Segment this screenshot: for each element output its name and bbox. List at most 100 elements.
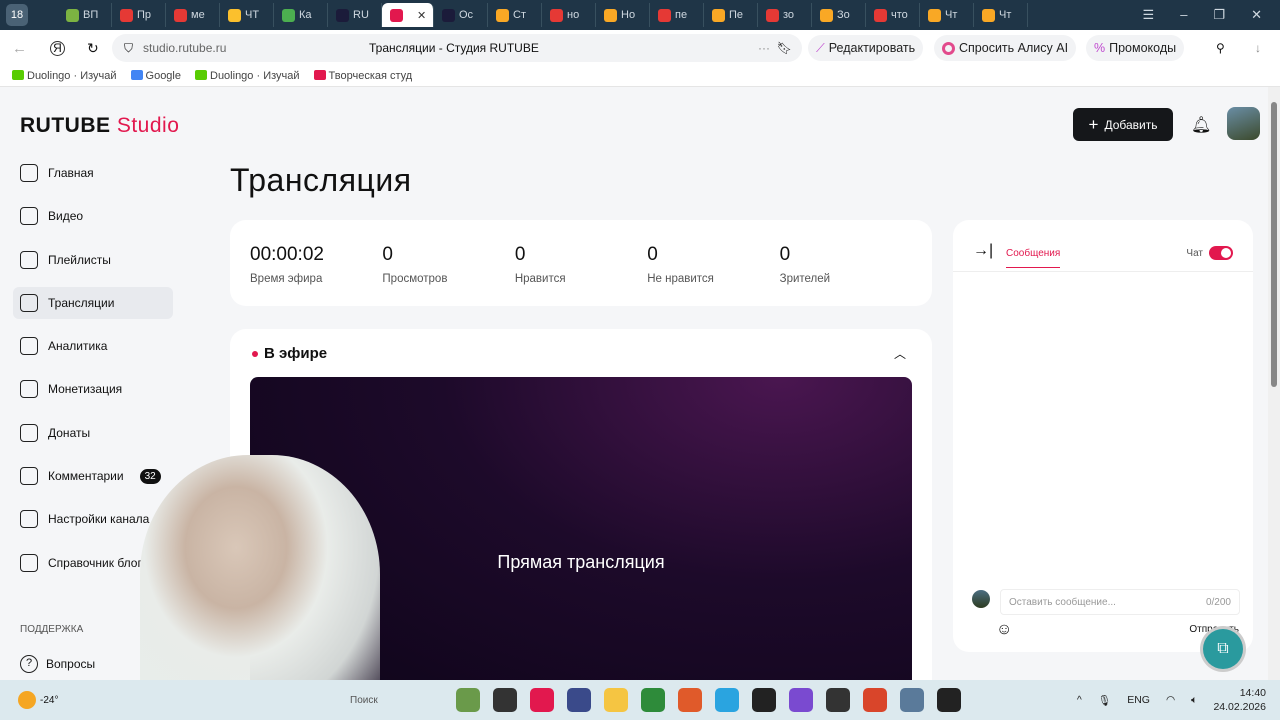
- bookmark-item[interactable]: Google: [130, 70, 181, 82]
- taskbar-app-icon[interactable]: [567, 688, 591, 712]
- browser-tab[interactable]: пе: [650, 3, 704, 27]
- browser-tab[interactable]: Ст: [488, 3, 542, 27]
- download-icon[interactable]: ↓: [1255, 41, 1261, 55]
- microphone-icon[interactable]: 🎙︎: [1098, 694, 1111, 707]
- rutube-studio-logo[interactable]: RUTUBE Studio: [20, 114, 179, 138]
- browser-tab[interactable]: но: [542, 3, 596, 27]
- sidebar-item[interactable]: Видео: [13, 200, 173, 232]
- restore-icon[interactable]: ❐: [1213, 7, 1225, 23]
- avatar[interactable]: [1227, 107, 1260, 140]
- taskbar-app-icon[interactable]: [937, 688, 961, 712]
- back-icon[interactable]: ←: [12, 40, 27, 57]
- taskbar-app-icon[interactable]: [678, 688, 702, 712]
- clock[interactable]: 14:40 24.02.2026: [1213, 686, 1266, 714]
- taskbar-app-icon[interactable]: [752, 688, 776, 712]
- volume-icon[interactable]: 🔈︎: [1191, 694, 1197, 707]
- bookmark-item[interactable]: Duolingo · Изучай: [195, 70, 300, 82]
- taskbar-app-icon[interactable]: [493, 688, 517, 712]
- browser-tab[interactable]: ме: [166, 3, 220, 27]
- chevron-up-icon[interactable]: ︿: [894, 345, 906, 362]
- sidebar-item[interactable]: Аналитика: [13, 330, 173, 362]
- taskbar-search[interactable]: Поиск: [350, 695, 378, 706]
- stat-item: 0 Не нравится: [647, 244, 779, 285]
- browser-tab[interactable]: ВП: [58, 3, 112, 27]
- emoji-icon[interactable]: ☺: [996, 621, 1012, 639]
- chat-toggle-label: Чат: [1186, 248, 1203, 259]
- browser-tab[interactable]: Пр: [112, 3, 166, 27]
- bookmark-icon[interactable]: 🔖︎: [777, 41, 792, 55]
- nav-icon: [20, 207, 38, 226]
- page-scrollbar[interactable]: [1268, 87, 1280, 680]
- bookmark-label: Google: [145, 70, 181, 82]
- wifi-icon[interactable]: ◠: [1166, 694, 1175, 706]
- nav-icon: [20, 293, 38, 312]
- taskbar-app-icon[interactable]: [530, 688, 554, 712]
- nav-label: Трансляции: [48, 295, 115, 310]
- menu-icon[interactable]: ☰: [1143, 7, 1155, 23]
- close-icon[interactable]: ✕: [1251, 7, 1262, 23]
- chevron-up-icon[interactable]: ^: [1077, 694, 1082, 706]
- taskbar-app-icon[interactable]: [900, 688, 924, 712]
- browser-tab[interactable]: зо: [758, 3, 812, 27]
- nav-label: Плейлисты: [48, 252, 111, 267]
- sidebar-item[interactable]: Монетизация: [13, 373, 173, 405]
- browser-tab[interactable]: Пе: [704, 3, 758, 27]
- sidebar-item[interactable]: Главная: [13, 157, 173, 189]
- edit-label: Редактировать: [828, 41, 916, 55]
- promo-button[interactable]: % Промокоды: [1086, 35, 1185, 61]
- sidebar-item-help[interactable]: ? Вопросы: [20, 655, 95, 673]
- taskbar-app-icon[interactable]: [604, 688, 628, 712]
- chat-toggle[interactable]: [1209, 246, 1233, 260]
- sidebar-item[interactable]: Комментарии 32: [13, 460, 173, 492]
- minimize-icon[interactable]: –: [1180, 7, 1187, 23]
- more-icon[interactable]: ···: [758, 41, 770, 55]
- bookmark-label: Творческая студ: [328, 70, 413, 82]
- tab-favicon-icon: [66, 8, 79, 22]
- stat-value: 00:00:02: [250, 244, 324, 265]
- browser-tab[interactable]: Чт: [974, 3, 1028, 27]
- nav-icon: [20, 553, 38, 572]
- taskbar-app-icon[interactable]: [456, 688, 480, 712]
- taskbar-app-icon[interactable]: [826, 688, 850, 712]
- browser-tab[interactable]: ✕: [382, 3, 434, 27]
- add-button[interactable]: + Добавить: [1073, 108, 1173, 141]
- extensions-icon[interactable]: ⚲: [1216, 41, 1225, 55]
- close-tab-icon[interactable]: ✕: [417, 9, 426, 22]
- tab-counter[interactable]: 18: [6, 4, 28, 26]
- browser-tab[interactable]: Ос: [434, 3, 488, 27]
- browser-tab[interactable]: что: [866, 3, 920, 27]
- taskbar-app-icon[interactable]: [715, 688, 739, 712]
- edit-button[interactable]: ⟋ Редактировать: [808, 35, 924, 61]
- tab-favicon-icon: [658, 8, 671, 22]
- collapse-icon[interactable]: →|: [973, 242, 993, 260]
- bookmark-item[interactable]: Duolingo · Изучай: [12, 70, 117, 82]
- yandex-icon[interactable]: Я: [50, 40, 65, 56]
- reload-icon[interactable]: ↻: [87, 40, 99, 57]
- alice-button[interactable]: Спросить Алису AI: [934, 35, 1077, 61]
- support-chat-button[interactable]: ⧉: [1203, 629, 1243, 669]
- taskbar-app-icon[interactable]: [641, 688, 665, 712]
- bookmark-label: Duolingo · Изучай: [27, 70, 117, 82]
- sidebar-item[interactable]: Трансляции: [13, 286, 173, 319]
- bookmark-item[interactable]: Творческая студ: [313, 70, 413, 82]
- browser-tab[interactable]: Зо: [812, 3, 866, 27]
- browser-tab[interactable]: Ка: [274, 3, 328, 27]
- tab-favicon-icon: [390, 8, 403, 22]
- sidebar-item[interactable]: Донаты: [13, 417, 173, 449]
- address-bar: ← Я ↻ ⛉ studio.rutube.ru Трансляции - Ст…: [0, 30, 1280, 66]
- language-indicator[interactable]: ENG: [1127, 694, 1150, 706]
- browser-tab[interactable]: Но: [596, 3, 650, 27]
- chat-panel: →| Сообщения Чат Оставить сообщение... 0/…: [953, 220, 1253, 652]
- tab-favicon-icon: [336, 8, 349, 22]
- browser-tab[interactable]: RU: [328, 3, 382, 27]
- browser-tab[interactable]: ЧТ: [220, 3, 274, 27]
- message-input[interactable]: Оставить сообщение... 0/200: [1000, 589, 1240, 615]
- tab-messages[interactable]: Сообщения: [1006, 248, 1061, 268]
- sidebar-item[interactable]: Плейлисты: [13, 244, 173, 276]
- live-header[interactable]: В эфире: [252, 345, 327, 362]
- taskbar-app-icon[interactable]: [789, 688, 813, 712]
- browser-tab[interactable]: Чт: [920, 3, 974, 27]
- bell-icon[interactable]: 🔔︎: [1191, 115, 1211, 135]
- taskbar-app-icon[interactable]: [863, 688, 887, 712]
- url-field[interactable]: ⛉ studio.rutube.ru Трансляции - Студия R…: [112, 34, 802, 62]
